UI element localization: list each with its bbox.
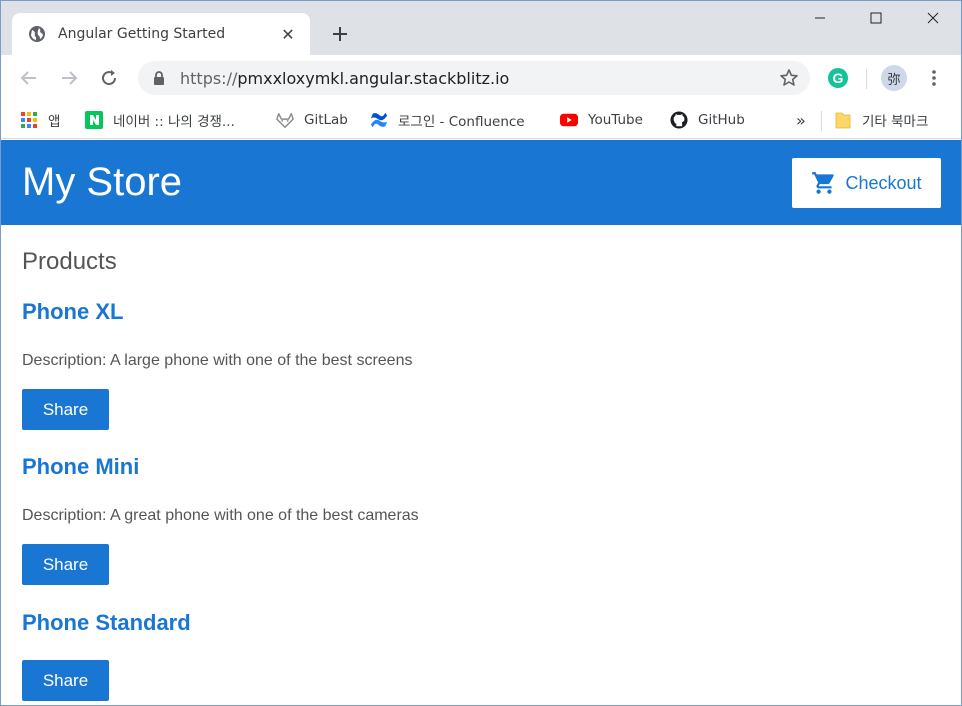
bookmark-gitlab[interactable]: GitLab: [276, 109, 348, 131]
tab-strip: Angular Getting Started ✕: [1, 1, 961, 55]
product-description: Description: A great phone with one of t…: [22, 507, 419, 524]
kebab-menu-icon: [932, 70, 936, 86]
youtube-icon: [560, 111, 578, 129]
checkout-button[interactable]: Checkout: [792, 158, 941, 208]
window-close-button[interactable]: [904, 1, 962, 35]
gitlab-icon: [276, 111, 294, 129]
naver-icon: [85, 111, 103, 129]
bookmark-label: 로그인 - Confluence: [398, 114, 525, 130]
confluence-icon: [370, 111, 388, 129]
grammarly-extension[interactable]: G: [825, 65, 851, 91]
bookmark-label: GitLab: [304, 112, 348, 128]
share-button[interactable]: Share: [22, 660, 109, 701]
share-button[interactable]: Share: [22, 544, 109, 585]
new-tab-button[interactable]: [327, 21, 353, 47]
plus-icon: [333, 27, 347, 41]
product-item: Phone XL Description: A large phone with…: [22, 299, 942, 430]
minimize-icon: [815, 17, 825, 19]
url-host: pmxxloxymkl.angular.stackblitz.io: [237, 68, 510, 88]
grammarly-icon: G: [828, 68, 848, 88]
profile-button[interactable]: 弥: [881, 65, 907, 91]
store-title-link[interactable]: My Store: [22, 160, 182, 205]
arrow-right-icon: [62, 71, 78, 85]
bookmarks-divider: [821, 111, 822, 131]
github-icon: [670, 111, 688, 129]
product-description: Description: A large phone with one of t…: [22, 352, 413, 369]
product-list: Products Phone XL Description: A large p…: [22, 225, 942, 701]
reload-icon: [102, 70, 117, 86]
address-bar[interactable]: https://pmxxloxymkl.angular.stackblitz.i…: [138, 61, 810, 95]
folder-icon: [834, 111, 852, 129]
bookmarks-bar: 앱 네이버 :: 나의 경쟁... GitLab 로그인 - Confluenc…: [1, 101, 961, 139]
minimize-button[interactable]: [791, 1, 849, 35]
checkout-label: Checkout: [845, 172, 922, 193]
toolbar-divider: [866, 69, 867, 89]
bookmark-label: 앱: [48, 114, 61, 130]
maximize-icon: [870, 12, 882, 24]
browser-toolbar: https://pmxxloxymkl.angular.stackblitz.i…: [1, 55, 961, 101]
reload-button[interactable]: [94, 63, 124, 93]
share-button[interactable]: Share: [22, 389, 109, 430]
product-item: Phone Standard Share: [22, 610, 942, 701]
avatar: 弥: [881, 65, 907, 91]
arrow-left-icon: [20, 71, 36, 85]
shopping-cart-icon: [811, 170, 837, 196]
url-text: https://pmxxloxymkl.angular.stackblitz.i…: [180, 69, 774, 88]
other-bookmarks-folder[interactable]: 기타 북마크: [834, 109, 928, 131]
bookmark-youtube[interactable]: YouTube: [560, 109, 643, 131]
browser-tab[interactable]: Angular Getting Started ✕: [12, 13, 310, 55]
product-item: Phone Mini Description: A great phone wi…: [22, 454, 942, 585]
product-name-link[interactable]: Phone Standard: [22, 610, 191, 636]
bookmark-label: YouTube: [588, 112, 643, 128]
bookmark-label: 기타 북마크: [862, 114, 929, 130]
menu-button[interactable]: [921, 65, 947, 91]
back-button[interactable]: [14, 63, 44, 93]
browser-chrome: Angular Getting Started ✕ https://pmxxlo…: [0, 0, 962, 139]
lock-icon: [152, 70, 166, 86]
chevron-double-right-icon: »: [796, 110, 806, 130]
close-tab-icon[interactable]: ✕: [278, 25, 298, 44]
tab-title: Angular Getting Started: [58, 26, 226, 42]
globe-icon: [28, 25, 46, 43]
bookmark-naver[interactable]: 네이버 :: 나의 경쟁...: [85, 109, 235, 131]
products-heading: Products: [22, 248, 117, 275]
close-icon: [927, 12, 939, 24]
bookmark-confluence[interactable]: 로그인 - Confluence: [370, 109, 525, 131]
forward-button[interactable]: [54, 63, 84, 93]
url-scheme: https://: [180, 68, 238, 88]
bookmark-apps[interactable]: 앱: [20, 109, 60, 131]
bookmark-github[interactable]: GitHub: [670, 109, 745, 131]
more-bookmarks-button[interactable]: »: [796, 109, 806, 131]
bookmark-label: GitHub: [698, 112, 745, 128]
bookmark-label: 네이버 :: 나의 경쟁...: [113, 114, 235, 130]
bookmark-star-icon[interactable]: [774, 68, 804, 88]
product-name-link[interactable]: Phone XL: [22, 299, 123, 325]
app-top-bar: My Store Checkout: [0, 140, 962, 225]
apps-grid-icon: [20, 111, 38, 129]
maximize-button[interactable]: [847, 1, 905, 35]
product-name-link[interactable]: Phone Mini: [22, 454, 139, 480]
